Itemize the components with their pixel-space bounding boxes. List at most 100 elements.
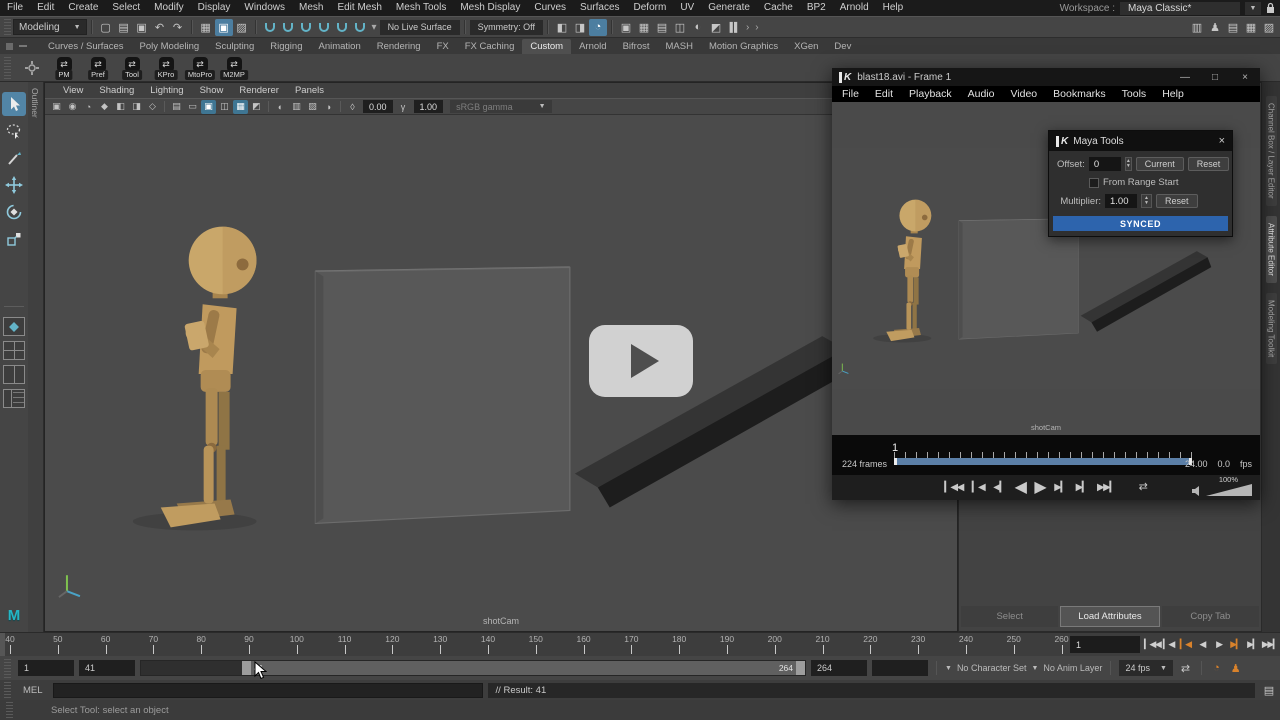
anim-layer-selector[interactable]: No Anim Layer: [1043, 663, 1102, 673]
player-menu-item[interactable]: Edit: [867, 86, 901, 102]
viewport-menu-item[interactable]: View: [55, 83, 91, 98]
go-to-range-end-button[interactable]: ▶▶▎: [1262, 639, 1277, 650]
menubar-item[interactable]: Select: [105, 0, 147, 16]
live-surface-field[interactable]: No Live Surface: [380, 20, 460, 35]
gamma-field[interactable]: 1.00: [414, 100, 444, 113]
timeline-tick[interactable]: 60: [106, 633, 154, 657]
snap-curve-icon[interactable]: [283, 23, 293, 32]
texture-view-icon[interactable]: ◩: [707, 19, 725, 36]
rotate-tool-button[interactable]: [2, 200, 26, 224]
move-tool-button[interactable]: [2, 173, 26, 197]
ipr-render-icon[interactable]: ▦: [635, 19, 653, 36]
layout-two-pane-button[interactable]: [3, 365, 25, 384]
redo-icon[interactable]: ↷: [169, 19, 187, 36]
synced-button[interactable]: SYNCED: [1053, 216, 1228, 231]
video-play-button[interactable]: [589, 325, 693, 397]
time-slider-ruler[interactable]: 40 50 60 70 80 90: [0, 633, 1070, 657]
player-menu-item[interactable]: Help: [1154, 86, 1192, 102]
mel-input[interactable]: [53, 683, 483, 698]
menubar-item[interactable]: Curves: [527, 0, 573, 16]
camera-lock-icon[interactable]: ◉: [65, 100, 80, 114]
snap-point-icon[interactable]: [301, 23, 311, 32]
select-object-icon[interactable]: ▣: [215, 19, 233, 36]
shelf-button[interactable]: ⇄ PM: [51, 55, 77, 81]
close-button[interactable]: ×: [1230, 68, 1260, 86]
camera-select-icon[interactable]: ▣: [49, 100, 64, 114]
go-to-range-start-button[interactable]: ▎◀◀: [1144, 639, 1159, 650]
wireframe-icon[interactable]: ▤: [169, 100, 184, 114]
animation-preferences-icon[interactable]: ◔: [1210, 662, 1223, 674]
sidebar-tab[interactable]: Channel Box / Layer Editor: [1266, 96, 1277, 206]
multiplier-spinner[interactable]: ▲▼: [1141, 194, 1152, 208]
script-editor-icon[interactable]: ▤: [1260, 682, 1278, 699]
menubar-item[interactable]: Edit: [30, 0, 61, 16]
range-slider-bar[interactable]: 41 264: [242, 661, 805, 675]
snap-projected-center-icon[interactable]: [319, 23, 329, 32]
character-set-selector[interactable]: No Character Set: [957, 663, 1027, 673]
shelf-tab[interactable]: Arnold: [571, 39, 614, 54]
screen-space-ao-icon[interactable]: ◩: [249, 100, 264, 114]
chevron-down-icon[interactable]: ▼: [945, 665, 952, 672]
step-back-frame-button[interactable]: ▎◀: [1178, 639, 1193, 650]
shelf-tab[interactable]: Sculpting: [207, 39, 262, 54]
go-to-start-button[interactable]: ▎◀◀: [944, 483, 963, 493]
gamma-icon[interactable]: γ: [396, 100, 411, 114]
player-menu-item[interactable]: Bookmarks: [1045, 86, 1114, 102]
menubar-item[interactable]: Arnold: [833, 0, 876, 16]
view-transform-dropdown[interactable]: sRGB gamma ▼: [450, 100, 551, 113]
shelf-tab[interactable]: FX: [429, 39, 457, 54]
player-titlebar[interactable]: K blast18.avi - Frame 1 — □ ×: [832, 68, 1260, 86]
shelf-tab[interactable]: Rigging: [262, 39, 310, 54]
image-plane-icon[interactable]: ◧: [113, 100, 128, 114]
shelf-button[interactable]: ⇄ MtoPro: [187, 55, 213, 81]
timeline-tick[interactable]: 260: [1062, 633, 1070, 657]
shelf-tabs-toggle-icon[interactable]: [6, 43, 13, 50]
field-chart-icon[interactable]: ▥: [289, 100, 304, 114]
attribute-editor-button[interactable]: Copy Tab: [1162, 606, 1259, 627]
open-scene-icon[interactable]: ▤: [115, 19, 133, 36]
range-end-handle[interactable]: [796, 661, 805, 675]
menubar-item[interactable]: File: [0, 0, 30, 16]
bookmark-icon[interactable]: ◆: [97, 100, 112, 114]
next-bookmark-button[interactable]: ▶▎: [1076, 483, 1088, 493]
render-sequence-icon[interactable]: ◫: [671, 19, 689, 36]
modeling-toolkit-toggle-icon[interactable]: ▥: [1188, 19, 1206, 36]
expand-right-icon[interactable]: ›: [743, 22, 752, 33]
command-grip[interactable]: [4, 682, 11, 698]
exposure-icon[interactable]: ◊: [345, 100, 360, 114]
current-frame-field[interactable]: 1: [1070, 636, 1140, 653]
shelf-tab[interactable]: Animation: [310, 39, 368, 54]
shelf-tab[interactable]: Rendering: [369, 39, 429, 54]
attribute-editor-toggle-icon[interactable]: ▤: [1224, 19, 1242, 36]
menubar-item[interactable]: Mesh: [292, 0, 330, 16]
player-menu-item[interactable]: File: [834, 86, 867, 102]
menubar-item[interactable]: Surfaces: [573, 0, 626, 16]
menubar-item[interactable]: UV: [673, 0, 701, 16]
offset-field[interactable]: 0: [1089, 157, 1121, 171]
shelf-tab[interactable]: Custom: [522, 39, 571, 54]
menubar-item[interactable]: BP2: [800, 0, 833, 16]
menubar-item[interactable]: Mesh Display: [453, 0, 527, 16]
statusline-grip[interactable]: [4, 19, 11, 35]
textured-icon[interactable]: ▣: [201, 100, 216, 114]
undo-icon[interactable]: ↶: [151, 19, 169, 36]
sidebar-tab[interactable]: Attribute Editor: [1266, 216, 1277, 283]
timeline-tick[interactable]: 70: [153, 633, 201, 657]
previous-bookmark-button[interactable]: ▎◀: [972, 483, 984, 493]
humanik-toggle-icon[interactable]: ♟: [1206, 19, 1224, 36]
select-hierarchy-icon[interactable]: ▦: [197, 19, 215, 36]
shadows-icon[interactable]: ▦: [233, 100, 248, 114]
shelf-tab[interactable]: Curves / Surfaces: [40, 39, 132, 54]
step-forward-frame-button[interactable]: ▶▎: [1228, 639, 1243, 650]
input-connections-icon[interactable]: ◧: [553, 19, 571, 36]
timeline-scrub-bar[interactable]: [894, 458, 1192, 465]
snap-view-plane-icon[interactable]: [337, 23, 347, 32]
playback-end-field[interactable]: 264: [811, 660, 867, 676]
construction-history-icon[interactable]: ◔: [589, 19, 607, 36]
grease-pencil-icon[interactable]: ◇: [145, 100, 160, 114]
loop-toggle-icon[interactable]: ⇄: [1139, 482, 1148, 493]
step-forward-button[interactable]: ▶▎: [1054, 483, 1066, 493]
offset-reset-button[interactable]: Reset: [1188, 157, 1230, 171]
shelf-button[interactable]: ⇄ Tool: [119, 55, 145, 81]
2d-pan-zoom-icon[interactable]: ◨: [129, 100, 144, 114]
